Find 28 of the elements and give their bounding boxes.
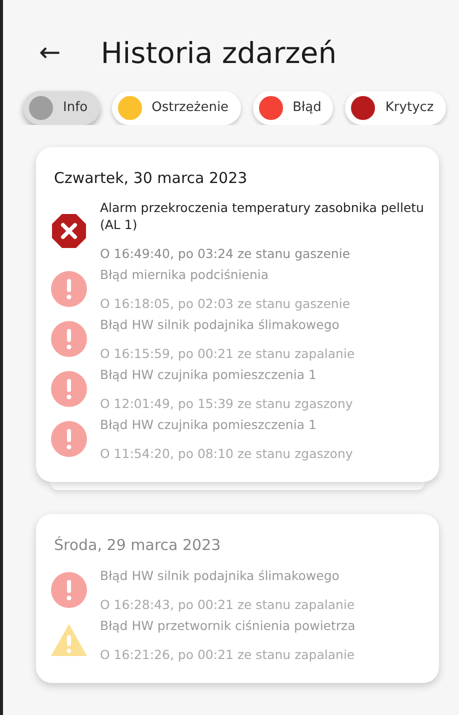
event-title: Alarm przekroczenia temperatury zasobnika pelletu (AL 1) [100,199,425,234]
event-title: Błąd HW czujnika pomieszczenia 1 [100,416,318,434]
exclamation-circle-icon [50,420,88,458]
back-arrow[interactable]: ← [39,40,61,66]
page-title: Historia zdarzeń [100,36,337,71]
filter-chip[interactable]: Ostrzeżenie [112,90,241,125]
exclamation-circle-icon [50,270,88,308]
exclamation-circle-icon [50,320,88,358]
date-heading: Czwartek, 30 marca 2023 [54,168,248,189]
event-time: O 11:54:20, po 08:10 ze stanu zgaszony [100,445,353,462]
filter-chip[interactable]: Info [23,90,100,125]
date-heading: Środa, 29 marca 2023 [54,535,222,556]
exclamation-circle-icon [50,370,88,408]
filter-chip[interactable]: Błąd [252,90,334,125]
event-time: O 16:49:40, po 03:24 ze stanu gaszenie [100,245,352,262]
event-time: O 16:21:26, po 00:21 ze stanu zapalanie [100,646,356,663]
event-title: Błąd miernika podciśnienia [100,266,270,284]
event-time: O 16:28:43, po 00:21 ze stanu zapalanie [100,596,355,613]
event-title: Błąd HW przetwornik ciśnienia powietrza [100,616,356,634]
event-title: Błąd HW silnik podajnika ślimakowego [100,316,340,334]
exclamation-circle-icon [50,570,88,609]
event-time: O 16:15:59, po 00:21 ze stanu zapalanie [100,345,355,362]
error-octagon-icon [50,212,88,250]
event-time: O 16:18:05, po 02:03 ze stanu gaszenie [100,295,350,312]
event-time: O 12:01:49, po 15:39 ze stanu zgaszony [100,395,353,412]
filter-chip[interactable]: Krytycz [345,90,446,125]
event-title: Błąd HW silnik podajnika ślimakowego [100,566,340,584]
event-title: Błąd HW czujnika pomieszczenia 1 [100,366,318,384]
